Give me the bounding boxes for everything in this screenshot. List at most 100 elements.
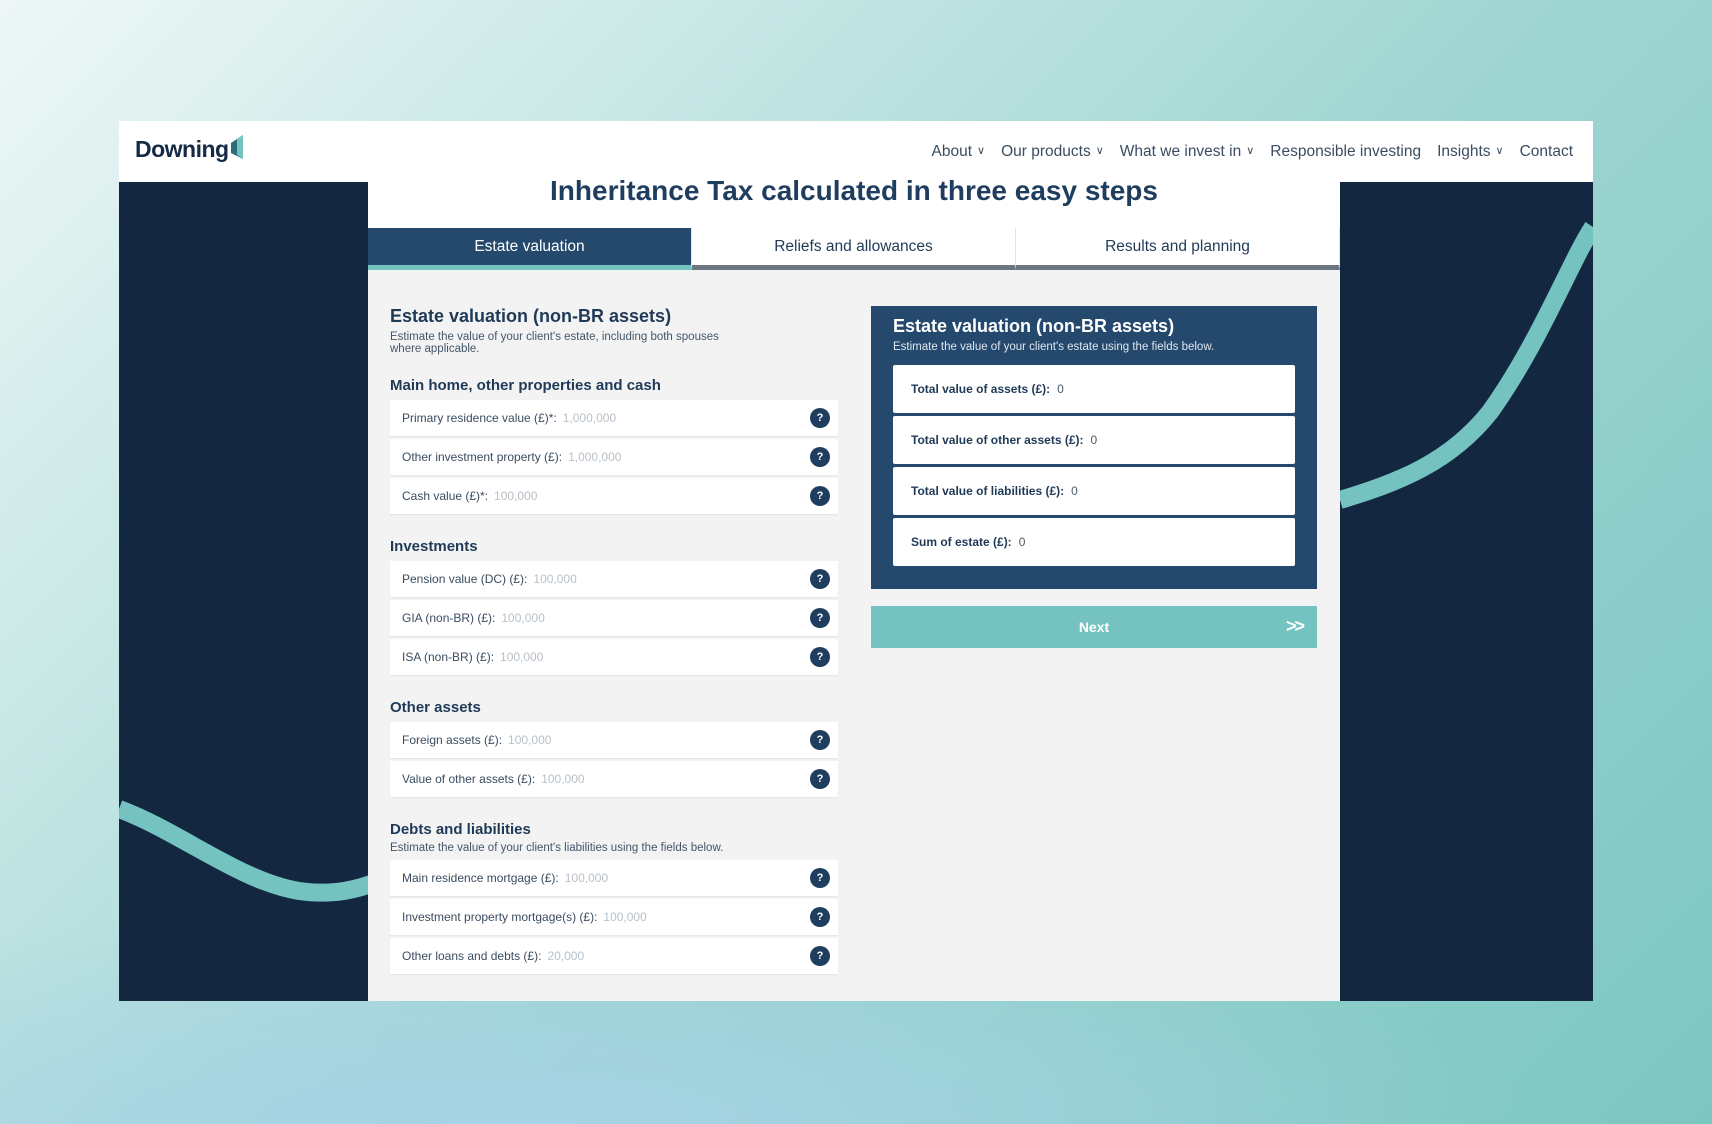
input-row-cash-value: Cash value (£)*:? — [390, 478, 838, 514]
field-label: Other loans and debts (£): — [402, 949, 542, 963]
field-label: Other investment property (£): — [402, 450, 563, 464]
tab-results-and-planning[interactable]: Results and planning — [1016, 228, 1340, 270]
field-label: GIA (non-BR) (£): — [402, 611, 496, 625]
chevron-down-icon: ∨ — [1095, 145, 1104, 157]
chevron-down-icon: ∨ — [1495, 145, 1504, 157]
input-row-gia-non-br: GIA (non-BR) (£):? — [390, 600, 838, 636]
help-icon[interactable]: ? — [810, 569, 830, 589]
top-navigation: Downing About ∨ Our products ∨ What we inves… — [119, 121, 1593, 182]
summary-row-total-value-of-liabilities: Total value of liabilities (£): 0 — [893, 467, 1295, 515]
isa-non-br-input[interactable] — [500, 650, 681, 664]
other-investment-property-input[interactable] — [568, 450, 749, 464]
field-label: Value of other assets (£): — [402, 772, 536, 786]
chevron-down-icon: ∨ — [1246, 145, 1255, 157]
tab-reliefs-and-allowances[interactable]: Reliefs and allowances — [692, 228, 1016, 270]
wave-decoration-right — [1340, 222, 1593, 509]
investment-property-mortgage-s-input[interactable] — [603, 910, 784, 924]
input-row-investment-property-mortgage-s: Investment property mortgage(s) (£):? — [390, 899, 838, 935]
summary-value: 0 — [1090, 433, 1098, 447]
primary-residence-value-input[interactable] — [562, 411, 743, 425]
summary-value: 0 — [1057, 382, 1064, 396]
group-title: Other assets — [390, 699, 481, 716]
next-button[interactable]: Next >> — [871, 606, 1317, 648]
group-title: Main home, other properties and cash — [390, 377, 661, 394]
group-description: Estimate the value of your client's liab… — [390, 842, 724, 854]
help-icon[interactable]: ? — [810, 868, 830, 888]
calculator-content: Inheritance Tax calculated in three easy… — [368, 175, 1340, 1001]
nav-item-label: Contact — [1519, 142, 1573, 160]
value-of-other-assets-input[interactable] — [541, 772, 722, 786]
logo-text: Downing — [135, 136, 229, 162]
nav-links: About ∨ Our products ∨ What we invest in ∨ Res… — [932, 121, 1573, 182]
input-row-value-of-other-assets: Value of other assets (£):? — [390, 761, 838, 797]
field-label: Foreign assets (£): — [402, 733, 503, 747]
help-icon[interactable]: ? — [810, 608, 830, 628]
summary-label: Sum of estate (£): — [911, 535, 1012, 549]
nav-item-contact[interactable]: Contact — [1520, 143, 1573, 161]
summary-value: 0 — [1018, 535, 1026, 549]
nav-item-about[interactable]: About ∨ — [932, 143, 986, 161]
help-icon[interactable]: ? — [810, 408, 830, 428]
tab-label: Results and planning — [1105, 237, 1250, 255]
input-row-primary-residence-value: Primary residence value (£)*:? — [390, 400, 838, 436]
field-label: Main residence mortgage (£): — [402, 871, 559, 885]
nav-item-label: Insights — [1437, 142, 1491, 160]
step-tabs: Estate valuation Reliefs and allowances Re… — [368, 228, 1340, 270]
form-description: Estimate the value of your client's esta… — [390, 331, 719, 355]
page-title: Inheritance Tax calculated in three easy… — [550, 175, 1158, 206]
page-title-bar: Inheritance Tax calculated in three easy… — [368, 175, 1340, 228]
nav-item-what-we-invest-in[interactable]: What we invest in ∨ — [1120, 143, 1255, 161]
input-row-foreign-assets: Foreign assets (£):? — [390, 722, 838, 758]
wave-decoration-left — [119, 800, 379, 902]
field-label: Cash value (£)*: — [402, 489, 489, 503]
help-icon[interactable]: ? — [810, 447, 830, 467]
summary-panel: Estate valuation (non-BR assets) Estimat… — [871, 306, 1317, 589]
help-icon[interactable]: ? — [810, 486, 830, 506]
tab-label: Reliefs and allowances — [774, 237, 933, 255]
help-icon[interactable]: ? — [810, 769, 830, 789]
summary-row-total-value-of-other-assets: Total value of other assets (£): 0 — [893, 416, 1295, 464]
gia-non-br-input[interactable] — [501, 611, 682, 625]
nav-item-responsible-investing[interactable]: Responsible investing — [1270, 143, 1421, 161]
help-icon[interactable]: ? — [810, 730, 830, 750]
nav-item-label: Our products — [1001, 142, 1091, 160]
help-icon[interactable]: ? — [810, 907, 830, 927]
cash-value-input[interactable] — [494, 489, 675, 503]
group-title: Debts and liabilities — [390, 821, 531, 838]
help-icon[interactable]: ? — [810, 647, 830, 667]
summary-value: 0 — [1071, 484, 1078, 498]
form-title: Estate valuation (non-BR assets) — [390, 306, 672, 326]
summary-label: Total value of other assets (£): — [911, 433, 1084, 447]
input-row-isa-non-br: ISA (non-BR) (£):? — [390, 639, 838, 675]
summary-label: Total value of assets (£): — [911, 382, 1051, 396]
nav-item-label: Responsible investing — [1270, 142, 1422, 160]
nav-item-our-products[interactable]: Our products ∨ — [1001, 143, 1104, 161]
pension-value-dc-input[interactable] — [533, 572, 714, 586]
estate-form: Estate valuation (non-BR assets) Estimat… — [390, 306, 838, 977]
field-label: Investment property mortgage(s) (£): — [402, 910, 598, 924]
logo-mark-icon — [230, 134, 243, 159]
summary-title: Estate valuation (non-BR assets) — [893, 316, 1175, 336]
nav-item-label: About — [931, 142, 973, 160]
nav-item-label: What we invest in — [1119, 142, 1242, 160]
summary-row-sum-of-estate: Sum of estate (£): 0 — [893, 518, 1295, 566]
summary-label: Total value of liabilities (£): — [911, 484, 1065, 498]
summary-rows: Total value of assets (£): 0 Total value o… — [893, 365, 1295, 566]
input-row-main-residence-mortgage: Main residence mortgage (£):? — [390, 860, 838, 896]
field-label: Primary residence value (£)*: — [402, 411, 557, 425]
group-title: Investments — [390, 538, 478, 555]
tab-estate-valuation[interactable]: Estate valuation — [368, 228, 692, 270]
main-residence-mortgage-input[interactable] — [564, 871, 745, 885]
summary-row-total-value-of-assets: Total value of assets (£): 0 — [893, 365, 1295, 413]
browser-window: Downing About ∨ Our products ∨ What we inves… — [119, 121, 1593, 1001]
input-row-pension-value-dc: Pension value (DC) (£):? — [390, 561, 838, 597]
help-icon[interactable]: ? — [810, 946, 830, 966]
form-groups: Main home, other properties and cash Prim… — [390, 377, 838, 974]
next-button-label: Next — [1078, 619, 1110, 635]
field-label: Pension value (DC) (£): — [402, 572, 528, 586]
nav-item-insights[interactable]: Insights ∨ — [1437, 143, 1503, 161]
foreign-assets-input[interactable] — [508, 733, 689, 747]
other-loans-and-debts-input[interactable] — [547, 949, 728, 963]
tab-label: Estate valuation — [474, 237, 585, 255]
downing-logo[interactable]: Downing — [135, 134, 243, 163]
